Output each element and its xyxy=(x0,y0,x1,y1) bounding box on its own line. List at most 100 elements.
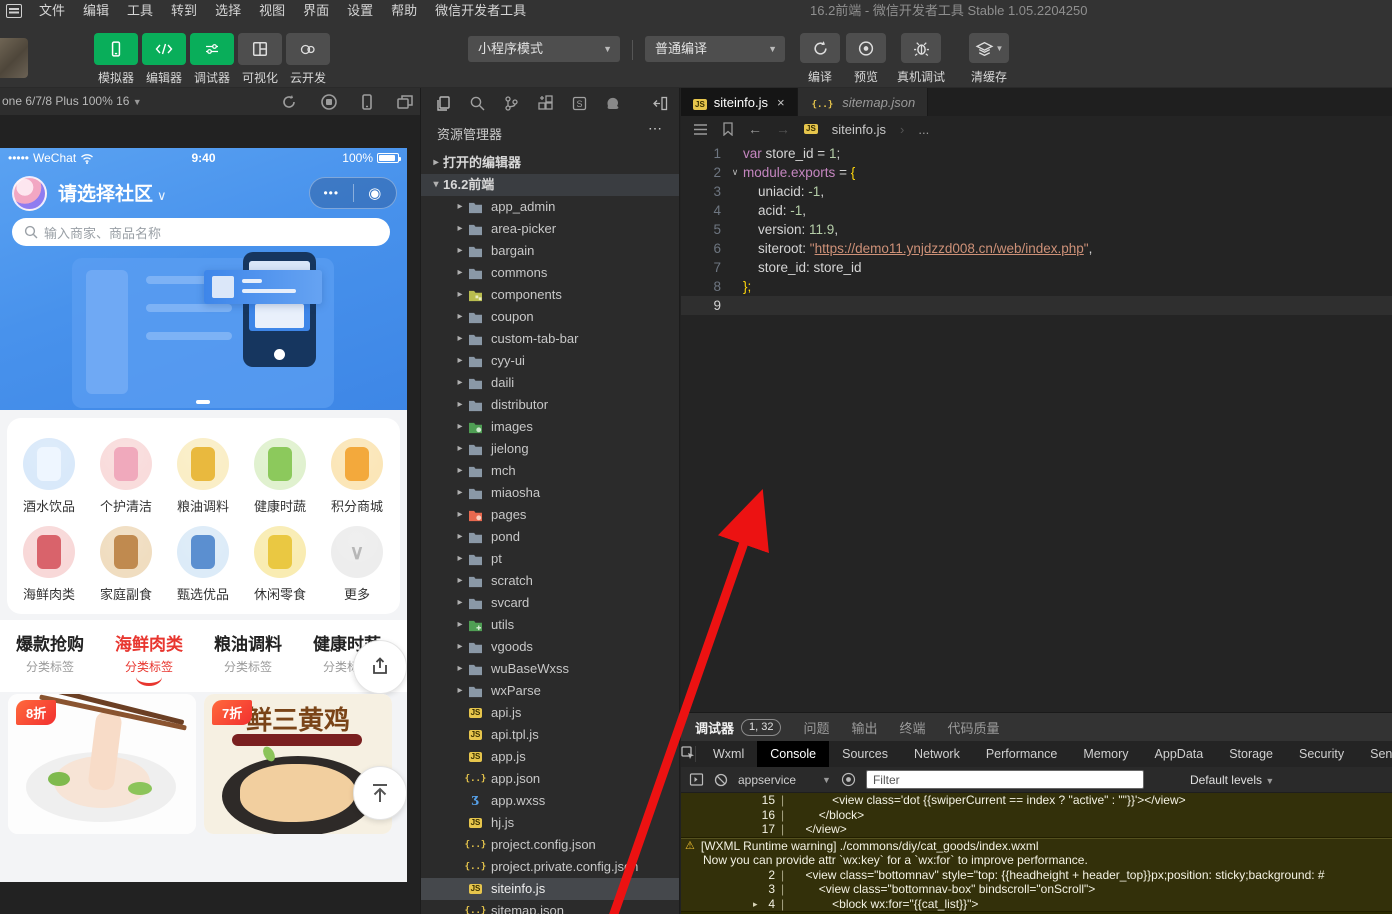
tree-item-utils[interactable]: ▸utils xyxy=(421,614,679,636)
devtools-tab-Sensor[interactable]: Sensor xyxy=(1357,741,1392,767)
action-button-预览[interactable]: 预览 xyxy=(844,33,888,85)
category-粮油调料[interactable]: 粮油调料 xyxy=(167,438,239,515)
tree-item-app.json[interactable]: {..}app.json xyxy=(421,768,679,790)
search-icon[interactable] xyxy=(469,95,486,112)
debugger-tab-代码质量[interactable]: 代码质量 xyxy=(948,718,1000,737)
tree-item-pt[interactable]: ▸pt xyxy=(421,548,679,570)
menu-item-转到[interactable]: 转到 xyxy=(162,0,206,22)
mode-button-调试器[interactable]: 调试器 xyxy=(190,33,234,86)
inspect-element-icon[interactable] xyxy=(681,746,696,762)
tree-section-打开的编辑器[interactable]: ▸打开的编辑器 xyxy=(421,152,679,174)
tree-item-sitemap.json[interactable]: {..}sitemap.json xyxy=(421,900,679,914)
menu-item-工具[interactable]: 工具 xyxy=(118,0,162,22)
tree-item-pages[interactable]: ▸pages xyxy=(421,504,679,526)
console-filter-input[interactable]: Filter xyxy=(866,770,1144,789)
code-line[interactable]: 7 store_id: store_id xyxy=(681,258,1392,277)
compile-select[interactable]: 普通编译 ▼ xyxy=(645,36,785,62)
category-休闲零食[interactable]: 休闲零食 xyxy=(244,526,316,603)
context-select[interactable]: appservice▼ xyxy=(738,773,831,787)
tree-item-hj.js[interactable]: JShj.js xyxy=(421,812,679,834)
tree-item-daili[interactable]: ▸daili xyxy=(421,372,679,394)
mode-button-可视化[interactable]: 可视化 xyxy=(238,33,282,86)
tree-section-16.2前端[interactable]: ▾16.2前端 xyxy=(421,174,679,196)
source-control-icon[interactable] xyxy=(503,95,520,112)
code-line[interactable]: 2∨module.exports = { xyxy=(681,163,1392,182)
devtools-tab-AppData[interactable]: AppData xyxy=(1142,741,1217,767)
eye-level-icon[interactable] xyxy=(841,772,856,787)
explorer-more-icon[interactable]: ⋯ xyxy=(648,120,663,137)
goods-tab-爆款抢购[interactable]: 爆款抢购分类标签 xyxy=(2,630,98,675)
menu-item-帮助[interactable]: 帮助 xyxy=(382,0,426,22)
category-家庭副食[interactable]: 家庭副食 xyxy=(90,526,162,603)
menu-item-设置[interactable]: 设置 xyxy=(338,0,382,22)
nav-forward-icon[interactable]: → xyxy=(776,121,790,137)
clear-console-icon[interactable] xyxy=(714,773,728,787)
devtools-tab-Wxml[interactable]: Wxml xyxy=(700,741,757,767)
category-更多[interactable]: ∨更多 xyxy=(321,526,393,603)
code-line[interactable]: 3 uniacid: -1, xyxy=(681,182,1392,201)
capsule-menu[interactable]: ••• ◉ xyxy=(309,177,397,209)
code-line[interactable]: 1var store_id = 1; xyxy=(681,144,1392,163)
devtools-tab-Sources[interactable]: Sources xyxy=(829,741,901,767)
category-海鲜肉类[interactable]: 海鲜肉类 xyxy=(13,526,85,603)
device-icon[interactable] xyxy=(358,93,376,111)
debugger-tab-调试器[interactable]: 调试器1, 32 xyxy=(695,718,781,737)
debugger-tab-问题[interactable]: 问题 xyxy=(803,718,829,737)
devtools-tab-Performance[interactable]: Performance xyxy=(973,741,1071,767)
menu-item-视图[interactable]: 视图 xyxy=(250,0,294,22)
category-个护清洁[interactable]: 个护清洁 xyxy=(90,438,162,515)
close-capsule-icon[interactable]: ◉ xyxy=(354,184,397,202)
app-menu-icon[interactable] xyxy=(6,4,22,18)
breadcrumb-rest[interactable]: ... xyxy=(918,122,929,137)
expand-icon[interactable]: ▸ xyxy=(753,897,758,912)
back-to-top-button[interactable] xyxy=(353,766,407,820)
tree-item-api.tpl.js[interactable]: JSapi.tpl.js xyxy=(421,724,679,746)
tree-item-cyy-ui[interactable]: ▸cyy-ui xyxy=(421,350,679,372)
menu-item-微信开发者工具[interactable]: 微信开发者工具 xyxy=(426,0,535,22)
tree-item-jielong[interactable]: ▸jielong xyxy=(421,438,679,460)
tree-item-mch[interactable]: ▸mch xyxy=(421,460,679,482)
tree-item-app_admin[interactable]: ▸app_admin xyxy=(421,196,679,218)
action-button-编译[interactable]: 编译 xyxy=(798,33,842,85)
devtools-tab-Network[interactable]: Network xyxy=(901,741,973,767)
breadcrumb-file[interactable]: siteinfo.js xyxy=(832,122,886,137)
category-积分商城[interactable]: 积分商城 xyxy=(321,438,393,515)
action-button-真机调试[interactable]: 真机调试 xyxy=(890,33,952,85)
tree-item-app.wxss[interactable]: Ʒapp.wxss xyxy=(421,790,679,812)
log-levels-select[interactable]: Default levels ▼ xyxy=(1190,773,1274,787)
devtools-tab-Storage[interactable]: Storage xyxy=(1216,741,1286,767)
tree-item-pond[interactable]: ▸pond xyxy=(421,526,679,548)
tree-item-svcard[interactable]: ▸svcard xyxy=(421,592,679,614)
community-avatar[interactable] xyxy=(12,176,47,211)
code-line[interactable]: 5 version: 11.9, xyxy=(681,220,1392,239)
code-area[interactable]: 1var store_id = 1;2∨module.exports = {3 … xyxy=(681,144,1392,315)
goods-tab-海鲜肉类[interactable]: 海鲜肉类分类标签 xyxy=(101,630,197,686)
goods-tab-粮油调料[interactable]: 粮油调料分类标签 xyxy=(200,630,296,675)
menu-item-界面[interactable]: 界面 xyxy=(294,0,338,22)
product-card[interactable]: 8折 xyxy=(8,694,196,834)
rotate-icon[interactable] xyxy=(280,93,298,111)
user-avatar[interactable] xyxy=(0,38,28,78)
tree-item-project.private.config.json[interactable]: {..}project.private.config.json xyxy=(421,856,679,878)
tree-item-coupon[interactable]: ▸coupon xyxy=(421,306,679,328)
snippets-icon[interactable]: S xyxy=(571,95,588,112)
editor-tab-siteinfo.js[interactable]: JSsiteinfo.js× xyxy=(681,88,798,116)
mode-button-模拟器[interactable]: 模拟器 xyxy=(94,33,138,86)
share-button[interactable] xyxy=(353,640,407,694)
cloud-tools-icon[interactable] xyxy=(605,95,622,112)
mode-select[interactable]: 小程序模式 ▼ xyxy=(468,36,620,62)
more-menu-icon[interactable]: ••• xyxy=(310,186,353,200)
console-output[interactable]: 15| <view class='dot {{swiperCurrent == … xyxy=(681,793,1392,914)
tree-item-wxParse[interactable]: ▸wxParse xyxy=(421,680,679,702)
debugger-tab-输出[interactable]: 输出 xyxy=(852,718,878,737)
debugger-tab-终端[interactable]: 终端 xyxy=(900,718,926,737)
tree-item-area-picker[interactable]: ▸area-picker xyxy=(421,218,679,240)
menu-item-选择[interactable]: 选择 xyxy=(206,0,250,22)
files-icon[interactable] xyxy=(435,95,452,112)
search-input[interactable]: 输入商家、商品名称 xyxy=(12,218,390,246)
tree-item-app.js[interactable]: JSapp.js xyxy=(421,746,679,768)
category-酒水饮品[interactable]: 酒水饮品 xyxy=(13,438,85,515)
code-line[interactable]: 8}; xyxy=(681,277,1392,296)
category-健康时蔬[interactable]: 健康时蔬 xyxy=(244,438,316,515)
tree-item-miaosha[interactable]: ▸miaosha xyxy=(421,482,679,504)
